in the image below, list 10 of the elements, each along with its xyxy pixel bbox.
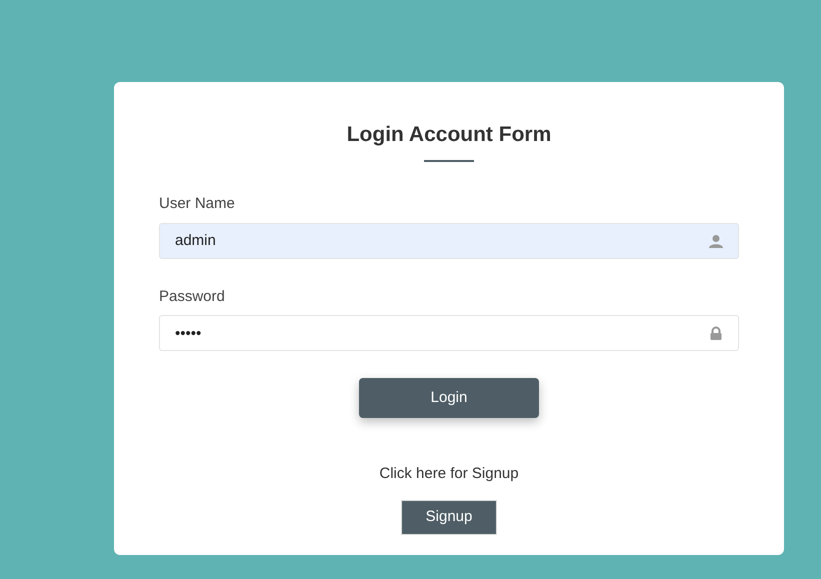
user-icon [708,234,724,248]
signup-prompt: Click here for Signup [378,464,520,484]
login-button[interactable]: Login [359,378,539,418]
form-title: Login Account Form [346,122,552,148]
lock-icon [708,326,724,340]
field-label: User Name [159,194,236,214]
input-field[interactable]: admin [159,222,739,259]
signup-button[interactable]: Signup [401,500,497,535]
field-label: Password [159,286,226,307]
input-field[interactable]: ••••• [159,315,739,352]
